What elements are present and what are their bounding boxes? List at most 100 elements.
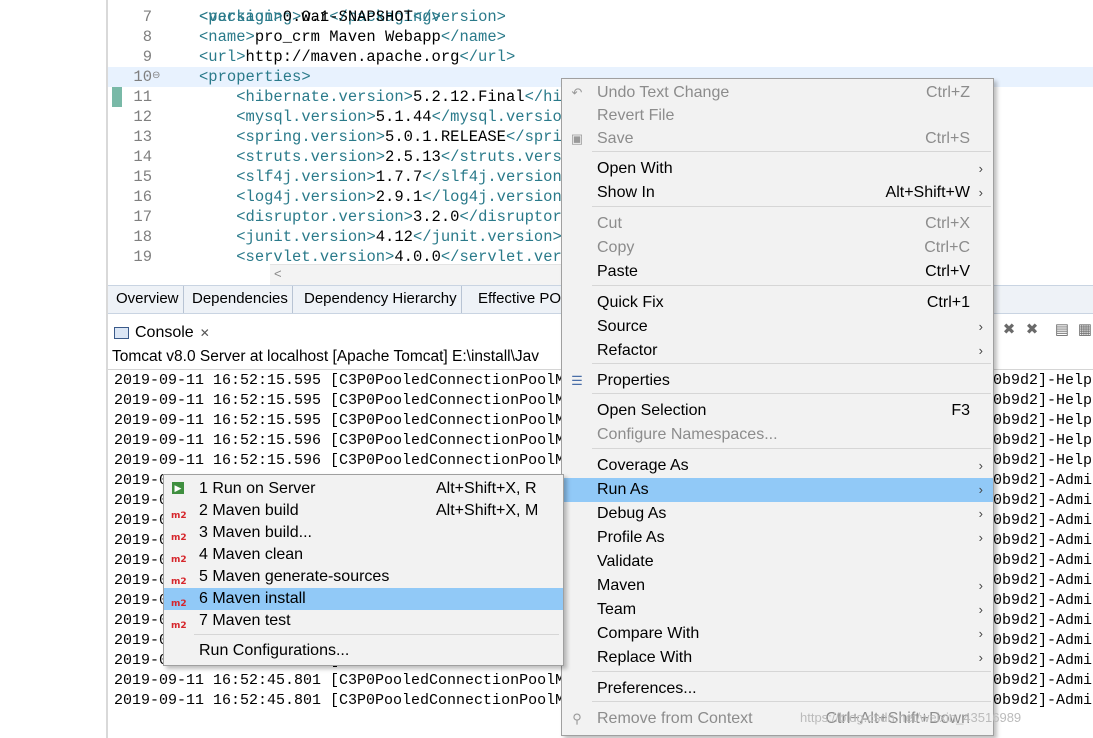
console-icon [114, 326, 129, 339]
fold-toggle-icon[interactable]: ⊖ [152, 67, 160, 87]
submenu-item-3-maven-build[interactable]: m2 3 Maven build... [164, 522, 563, 544]
menu-item-shortcut: Ctrl+1 [926, 294, 970, 311]
console-log-line-tail: 0b9d2]-Helpe [993, 412, 1093, 429]
menu-item-preferences[interactable]: Preferences... [562, 677, 993, 701]
menu-item-team[interactable]: Team › [562, 598, 993, 622]
tab-effective-pom[interactable]: Effective PO [474, 286, 565, 313]
menu-item-maven[interactable]: Maven › [562, 574, 993, 598]
menu-item-label: Refactor [597, 342, 658, 359]
menu-item-save[interactable]: ▣ Save Ctrl+S [562, 127, 993, 151]
console-log-line-tail: 0b9d2]-Helpe [993, 372, 1093, 389]
close-icon[interactable]: ✕ [200, 326, 210, 340]
menu-item-refactor[interactable]: Refactor › [562, 339, 993, 363]
run-as-submenu: ▶ 1 Run on Server Alt+Shift+X, R m2 2 Maven … [163, 474, 564, 666]
console-log-line-tail: 0b9d2]-Admin [993, 672, 1093, 689]
submenu-item-run-configurations[interactable]: Run Configurations... [164, 640, 563, 662]
console-log-line-tail: 0b9d2]-Admin [993, 492, 1093, 509]
line-number: 14 [133, 148, 152, 166]
console-log-line-tail: 0b9d2]-Admin [993, 552, 1093, 569]
line-number: 12 [133, 108, 152, 126]
submenu-arrow-icon: › [978, 458, 983, 473]
menu-item-coverage-as[interactable]: Coverage As › [562, 454, 993, 478]
code-text: <log4j.version>2.9.1</log4j.version> [236, 188, 572, 206]
menu-separator [592, 701, 991, 702]
editor-line[interactable]: 8 <name>pro_crm Maven Webapp</name> [108, 27, 1093, 47]
submenu-item-4-maven-clean[interactable]: m2 4 Maven clean [164, 544, 563, 566]
console-log-line: 2019-0 [114, 472, 169, 489]
editor-context-menu: ↶ Undo Text Change Ctrl+Z Revert File ▣ Save C… [561, 78, 994, 736]
submenu-arrow-icon: › [978, 578, 983, 593]
console-log-line-tail: 0b9d2]-Admin [993, 612, 1093, 629]
submenu-item-2-maven-build[interactable]: m2 2 Maven build Alt+Shift+X, M [164, 500, 563, 522]
scroll-lock-icon[interactable]: ▤ [1054, 322, 1070, 338]
menu-item-profile-as[interactable]: Profile As › [562, 526, 993, 550]
menu-item-source[interactable]: Source › [562, 315, 993, 339]
menu-item-label: Properties [597, 372, 670, 389]
menu-item-label: Save [597, 130, 634, 147]
submenu-arrow-icon: › [978, 343, 983, 358]
menu-item-debug-as[interactable]: Debug As › [562, 502, 993, 526]
menu-item-label: Maven [597, 577, 646, 594]
menu-item-label: Copy [597, 239, 635, 256]
menu-item-shortcut: Ctrl+Z [926, 84, 970, 101]
m2-icon: m2 [171, 621, 187, 631]
menu-item-undo-text-change[interactable]: ↶ Undo Text Change Ctrl+Z [562, 81, 993, 105]
left-panel [0, 0, 106, 738]
submenu-item-6-maven-install[interactable]: m2 6 Maven install [164, 588, 563, 610]
line-number: 8 [142, 28, 152, 46]
console-log-line: 2019-0 [114, 492, 169, 509]
word-wrap-icon[interactable]: ▦ [1077, 322, 1093, 338]
code-text: <spring.version>5.0.1.RELEASE</sprin [236, 128, 572, 146]
menu-item-show-in[interactable]: Show In Alt+Shift+W › [562, 181, 993, 205]
line-number: 9 [142, 48, 152, 66]
menu-item-open-with[interactable]: Open With › [562, 157, 993, 181]
editor-line[interactable]: 9 <url>http://maven.apache.org</url> [108, 47, 1093, 67]
submenu-item-shortcut: Alt+Shift+X, M [436, 502, 539, 519]
line-number: 11 [133, 88, 152, 106]
menu-separator [592, 448, 991, 449]
console-log-line: 2019-09-11 16:52:15.596 [C3P0PooledConne… [114, 452, 565, 469]
submenu-item-label: 1 Run on Server [199, 480, 316, 497]
menu-item-shortcut: Ctrl+V [925, 263, 970, 280]
scroll-left-icon[interactable]: < [274, 266, 282, 281]
console-log-line: 2019-0 [114, 572, 169, 589]
menu-item-run-as[interactable]: Run As › [562, 478, 993, 502]
menu-item-configure-namespaces[interactable]: Configure Namespaces... [562, 423, 993, 447]
tab-dependencies[interactable]: Dependencies [188, 286, 293, 313]
editor-line-partial: <packaging>war</packaging> [108, 0, 1093, 26]
submenu-item-7-maven-test[interactable]: m2 7 Maven test [164, 610, 563, 632]
run-on-server-icon: ▶ [172, 482, 184, 494]
menu-item-label: Open Selection [597, 402, 707, 419]
menu-item-replace-with[interactable]: Replace With › [562, 646, 993, 670]
line-number: 16 [133, 188, 152, 206]
submenu-item-5-maven-generate-sources[interactable]: m2 5 Maven generate-sources [164, 566, 563, 588]
menu-item-properties[interactable]: ☰ Properties [562, 369, 993, 393]
menu-separator [592, 151, 991, 152]
line-number: 17 [133, 208, 152, 226]
tab-dependency-hierarchy[interactable]: Dependency Hierarchy [300, 286, 462, 313]
submenu-item-1-run-on-server[interactable]: ▶ 1 Run on Server Alt+Shift+X, R [164, 478, 563, 500]
menu-item-quick-fix[interactable]: Quick Fix Ctrl+1 [562, 291, 993, 315]
menu-item-label: Team [597, 601, 637, 618]
menu-separator [592, 671, 991, 672]
menu-item-label: Profile As [597, 529, 665, 546]
menu-item-shortcut: F3 [951, 402, 970, 419]
menu-item-compare-with[interactable]: Compare With › [562, 622, 993, 646]
menu-item-shortcut: Ctrl+S [925, 130, 970, 147]
menu-item-cut[interactable]: Cut Ctrl+X [562, 212, 993, 236]
menu-item-copy[interactable]: Copy Ctrl+C [562, 236, 993, 260]
tab-overview[interactable]: Overview [112, 286, 184, 313]
menu-item-validate[interactable]: Validate [562, 550, 993, 574]
menu-item-revert-file[interactable]: Revert File [562, 104, 993, 128]
menu-item-label: Configure Namespaces... [597, 426, 778, 443]
console-log-line-tail: 0b9d2]-Helpe [993, 432, 1093, 449]
menu-item-open-selection[interactable]: Open Selection F3 [562, 399, 993, 423]
menu-item-paste[interactable]: Paste Ctrl+V [562, 260, 993, 284]
editor-line[interactable]: 7 <version>0.0.1-SNAPSHOT</version> [108, 7, 1093, 27]
tab-console[interactable]: Console ✕ [114, 322, 210, 344]
remove-all-terminated-icon[interactable]: ✖ [1024, 322, 1040, 338]
console-log-line-tail: 0b9d2]-Admin [993, 592, 1093, 609]
terminate-icon[interactable]: ✖ [1001, 322, 1017, 338]
console-log-line: 2019-09-11 16:52:15.595 [C3P0PooledConne… [114, 392, 565, 409]
menu-item-label: Replace With [597, 649, 693, 666]
